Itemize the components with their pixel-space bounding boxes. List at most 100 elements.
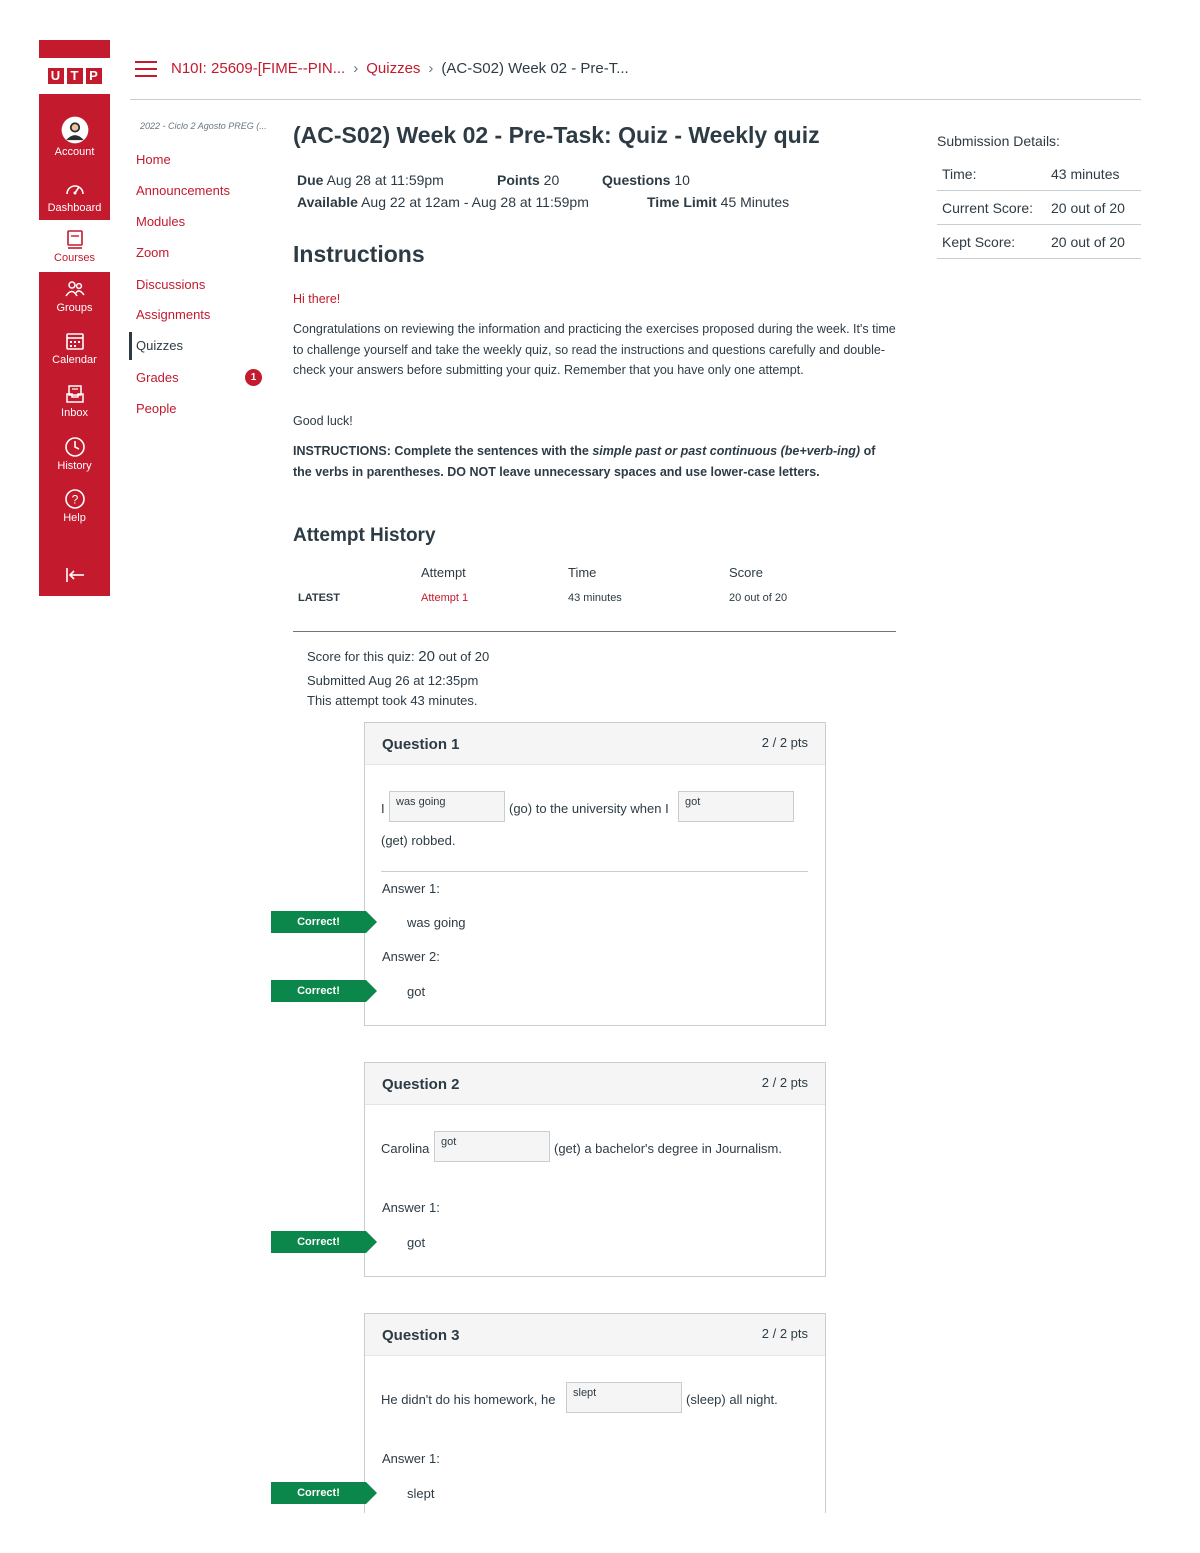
submission-row: Time: 43 minutes (937, 158, 1141, 191)
chevron-right-icon: › (353, 60, 359, 77)
question-text: (sleep) all night. (686, 1392, 778, 1407)
nav-help[interactable]: ? Help (39, 488, 110, 530)
groups-icon (64, 281, 85, 297)
nav-groups[interactable]: Groups (39, 278, 110, 320)
attempt-time: 43 minutes (568, 592, 622, 604)
answer-input[interactable]: was going (389, 791, 505, 822)
inbox-icon (65, 385, 84, 403)
avatar-icon (61, 116, 88, 144)
nav-courses[interactable]: Courses (39, 220, 110, 272)
hamburger-icon (135, 61, 157, 63)
attempt-link[interactable]: Attempt 1 (421, 592, 468, 604)
instructions-heading: Instructions (293, 241, 425, 267)
course-nav-assignments[interactable]: Assignments (136, 307, 210, 322)
question-points: 2 / 2 pts (761, 1075, 808, 1090)
svg-text:?: ? (71, 493, 78, 507)
nav-help-label: Help (63, 512, 86, 524)
answer-value: slept (407, 1486, 435, 1501)
nav-account-label: Account (54, 146, 95, 158)
answer-input[interactable]: got (678, 791, 794, 822)
question-points: 2 / 2 pts (761, 735, 808, 750)
breadcrumb-quizzes[interactable]: Quizzes (366, 60, 420, 77)
question-title: Question 1 (382, 736, 460, 753)
submitted-at: Submitted Aug 26 at 12:35pm (307, 673, 479, 688)
breadcrumb: N10I: 25609-[FIME--PIN... › Quizzes › (AC-S0… (171, 60, 629, 77)
answer-value: got (407, 984, 426, 999)
nav-history-label: History (57, 460, 92, 472)
dashboard-icon (65, 185, 84, 195)
attempt-score: 20 out of 20 (729, 592, 788, 604)
history-icon (64, 437, 85, 457)
attempt-divider (293, 631, 896, 632)
course-nav-grades[interactable]: Grades (136, 370, 179, 385)
correct-badge: Correct! (271, 1231, 377, 1253)
answer-label: Answer 1: (382, 1200, 440, 1215)
utp-logo[interactable]: U T P (39, 58, 110, 94)
answer-input[interactable]: got (434, 1131, 550, 1162)
question-text: (go) to the university when I (509, 801, 669, 816)
logo-strip (39, 40, 110, 58)
question-text: (get) a bachelor's degree in Journalism. (554, 1141, 782, 1156)
nav-courses-label: Courses (54, 252, 95, 264)
col-header-time: Time (568, 565, 597, 580)
course-nav-home[interactable]: Home (136, 152, 171, 167)
course-nav-zoom[interactable]: Zoom (136, 245, 169, 260)
question-2: Question 2 2 / 2 pts (364, 1062, 826, 1277)
question-1: Question 1 2 / 2 pts (364, 722, 826, 1026)
nav-history[interactable]: History (39, 436, 110, 478)
arrow-right-icon (366, 1231, 377, 1253)
course-nav-modules[interactable]: Modules (136, 214, 185, 229)
nav-account[interactable]: Account (39, 116, 110, 166)
arrow-right-icon (366, 911, 377, 933)
question-header: Question 1 2 / 2 pts (365, 723, 825, 765)
logo-letter: U (47, 68, 64, 84)
calendar-icon (65, 333, 84, 350)
quiz-due: Due Aug 28 at 11:59pm (297, 172, 444, 188)
collapse-nav-button[interactable] (39, 564, 110, 586)
submission-details-title: Submission Details: (937, 133, 1060, 149)
header-divider (130, 99, 1141, 100)
question-title: Question 2 (382, 1076, 460, 1093)
arrow-right-icon (366, 1482, 377, 1504)
instructions-rule: INSTRUCTIONS: Complete the sentences wit… (293, 444, 876, 479)
course-nav-discussions[interactable]: Discussions (136, 277, 205, 292)
answer-input[interactable]: slept (566, 1382, 682, 1413)
question-3: Question 3 2 / 2 pts (364, 1313, 826, 1513)
nav-calendar-label: Calendar (52, 354, 97, 366)
arrow-right-icon (366, 980, 377, 1002)
instructions-good-luck: Good luck! (293, 414, 353, 428)
nav-inbox-label: Inbox (61, 407, 88, 419)
answer-value: got (407, 1235, 426, 1250)
courses-icon (66, 230, 83, 249)
question-text: He didn't do his homework, he (381, 1392, 556, 1407)
course-menu-toggle[interactable] (135, 61, 157, 77)
nav-inbox[interactable]: Inbox (39, 383, 110, 425)
nav-calendar[interactable]: Calendar (39, 330, 110, 372)
attempt-duration: This attempt took 43 minutes. (307, 693, 478, 708)
correct-badge: Correct! (271, 980, 377, 1002)
quiz-questions: Questions 10 (602, 172, 690, 188)
nav-dashboard[interactable]: Dashboard (39, 178, 110, 220)
col-header-score: Score (729, 565, 763, 580)
attempt-latest-tag: LATEST (298, 592, 340, 604)
submission-row: Kept Score: 20 out of 20 (937, 226, 1141, 259)
course-nav-quizzes[interactable]: Quizzes (136, 338, 183, 353)
question-text: Carolina (381, 1141, 430, 1156)
help-icon: ? (64, 489, 85, 509)
chevron-right-icon: › (428, 60, 434, 77)
breadcrumb-course[interactable]: N10I: 25609-[FIME--PIN... (171, 60, 345, 77)
breadcrumb-current: (AC-S02) Week 02 - Pre-T... (441, 60, 629, 77)
logo-letter: P (85, 68, 102, 84)
quiz-score: Score for this quiz: 20 out of 20 (307, 648, 490, 665)
course-nav-announcements[interactable]: Announcements (136, 183, 230, 198)
course-nav-people[interactable]: People (136, 401, 176, 416)
global-nav: U T P Account Dashboard Courses Groups C… (39, 40, 110, 596)
question-divider (381, 871, 808, 872)
answer-label: Answer 1: (382, 881, 440, 896)
instructions-body: Congratulations on reviewing the informa… (293, 322, 896, 377)
collapse-icon (65, 568, 84, 582)
grades-badge: 1 (245, 369, 262, 386)
active-indicator (129, 332, 132, 360)
quiz-points: Points 20 (497, 172, 560, 188)
page-title: (AC-S02) Week 02 - Pre-Task: Quiz - Week… (293, 122, 820, 148)
